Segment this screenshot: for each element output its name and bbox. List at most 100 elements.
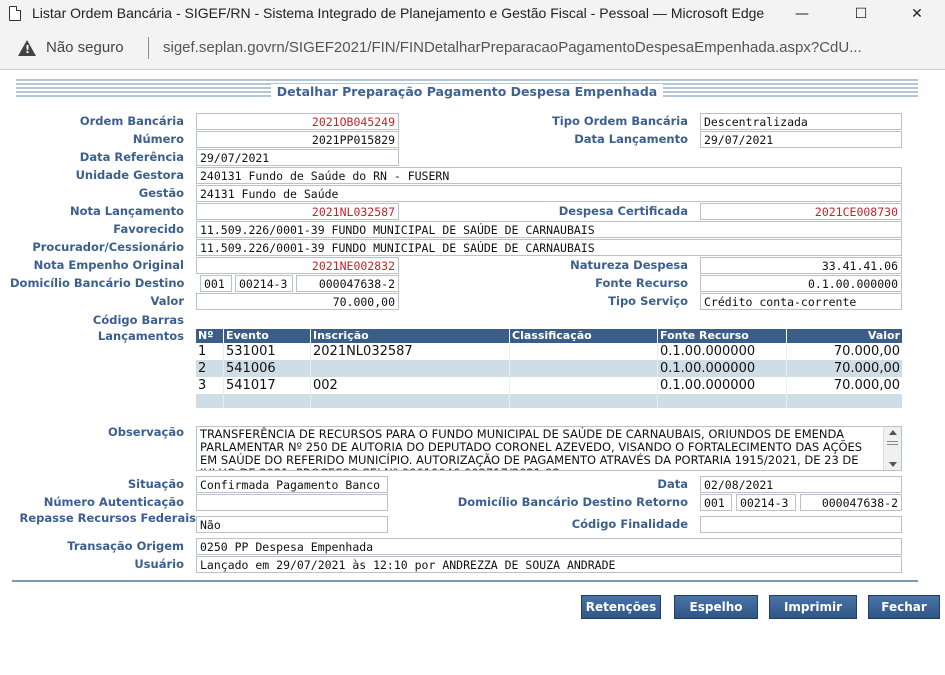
label-data-lancamento: Data Lançamento [574,132,688,146]
label-favorecido: Favorecido [113,222,184,236]
label-tipo-servico: Tipo Serviço [608,294,688,308]
scroll-thumb[interactable] [887,441,898,445]
cell-valor: 70.000,00 [833,378,900,393]
label-codigo-finalidade: Código Finalidade [571,517,688,531]
window-titlebar: Listar Ordem Bancária - SIGEF/RN - Siste… [0,0,945,28]
label-usuario: Usuário [134,557,184,571]
observacao-textarea[interactable]: TRANSFERÊNCIA DE RECURSOS PARA O FUNDO M… [196,426,902,471]
cell-fonte-recurso: 0.1.00.000000 [658,360,787,377]
field-dom-banco: 001 [200,275,232,292]
label-observacao: Observação [107,425,184,439]
cell-classificacao [510,343,658,360]
col-header-valor: Valor [867,329,900,342]
cell-valor: 70.000,00 [833,344,900,359]
address-bar[interactable]: Não seguro sigef.seplan.govrn/SIGEF2021/… [0,28,945,70]
label-codigo-barras: Código Barras [92,313,184,327]
label-ordem-bancaria: Ordem Bancária [79,114,184,128]
scroll-up-icon[interactable] [889,430,897,435]
field-procurador: 11.509.226/0001-39 FUNDO MUNICIPAL DE SA… [196,239,902,256]
field-favorecido: 11.509.226/0001-39 FUNDO MUNICIPAL DE SA… [196,221,902,238]
label-transacao-origem: Transação Origem [67,539,184,553]
fechar-button[interactable]: Fechar [868,595,940,619]
close-window-button[interactable]: ✕ [889,0,945,28]
field-usuario: Lançado em 29/07/2021 às 12:10 por ANDRE… [196,556,902,573]
table-row: 3 541017 002 0.1.00.000000 70.000,00 [196,377,902,394]
cell-evento: 541017 [224,377,311,394]
label-situacao: Situação [127,477,184,491]
security-status[interactable]: Não seguro [46,39,124,56]
col-header-evento: Evento [224,329,311,343]
label-domicilio-retorno: Domicílio Bancário Destino Retorno [457,495,688,509]
label-fonte-recurso: Fonte Recurso [595,276,688,290]
label-repasse: Repasse Recursos Federais [19,511,196,525]
field-dom-conta: 000047638-2 [296,275,399,292]
field-data-lancamento: 29/07/2021 [700,131,902,148]
field-situacao: Confirmada Pagamento Banco [196,476,388,493]
field-data: 02/08/2021 [700,476,902,493]
field-despesa-certificada: 2021CE008730 [700,203,902,220]
cell-classificacao [510,360,658,377]
cell-evento: 531001 [224,343,311,360]
label-procurador: Procurador/Cessionário [32,240,184,254]
field-codigo-finalidade [700,516,902,533]
field-valor: 70.000,00 [196,293,399,310]
field-dom-agencia: 00214-3 [235,275,293,292]
cell-inscricao: 002 [311,377,510,394]
col-header-fonte-recurso: Fonte Recurso [658,329,787,343]
cell-classificacao [510,377,658,394]
label-data-referencia: Data Referência [79,150,184,164]
cell-numero: 2 [196,360,224,377]
label-numero-autenticacao: Número Autenticação [43,495,184,509]
cell-fonte-recurso: 0.1.00.000000 [658,343,787,360]
field-gestao: 24131 Fundo de Saúde [196,185,902,202]
cell-numero: 3 [196,377,224,394]
scroll-down-icon[interactable] [889,462,897,467]
table-row: 1 531001 2021NL032587 0.1.00.000000 70.0… [196,343,902,360]
label-natureza-despesa: Natureza Despesa [570,258,688,272]
field-repasse: Não [196,516,388,533]
label-numero: Número [132,132,184,146]
label-unidade-gestora: Unidade Gestora [75,168,184,182]
field-tipo-ordem-bancaria: Descentralizada [700,113,902,130]
field-natureza-despesa: 33.41.41.06 [700,257,902,274]
observacao-text: TRANSFERÊNCIA DE RECURSOS PARA O FUNDO M… [200,427,863,471]
footer-divider [12,580,918,582]
field-transacao-origem: 0250 PP Despesa Empenhada [196,538,902,555]
label-despesa-certificada: Despesa Certificada [558,204,688,218]
field-ret-agencia: 00214-3 [736,494,796,511]
espelho-button[interactable]: Espelho [674,595,758,619]
cell-valor: 70.000,00 [833,361,900,376]
field-tipo-servico: Crédito conta-corrente [700,293,902,310]
cell-evento: 541006 [224,360,311,377]
table-header: Nº Evento Inscrição Classificação Fonte … [196,329,902,343]
field-ret-banco: 001 [700,494,732,511]
page-title: Detalhar Preparação Pagamento Despesa Em… [16,84,918,99]
cell-inscricao: 2021NL032587 [311,343,510,360]
minimize-button[interactable]: — [774,0,830,28]
field-nota-empenho: 2021NE002832 [196,257,399,274]
maximize-button[interactable]: ☐ [833,0,889,28]
page-content: Detalhar Preparação Pagamento Despesa Em… [0,71,945,675]
label-gestao: Gestão [138,186,184,200]
lancamentos-table: Nº Evento Inscrição Classificação Fonte … [196,329,902,408]
page-icon [9,6,21,21]
window-title: Listar Ordem Bancária - SIGEF/RN - Siste… [32,5,765,21]
retencoes-button[interactable]: Retenções [581,595,661,619]
label-data: Data [657,477,688,491]
label-tipo-ordem-bancaria: Tipo Ordem Bancária [551,114,688,128]
label-lancamentos: Lançamentos [97,329,184,343]
field-data-referencia: 29/07/2021 [196,149,399,166]
col-header-classificacao: Classificação [510,329,658,343]
warning-icon [18,40,36,56]
col-header-numero: Nº [196,329,224,343]
field-nota-lancamento: 2021NL032587 [196,203,399,220]
field-unidade-gestora: 240131 Fundo de Saúde do RN - FUSERN [196,167,902,184]
col-header-inscricao: Inscrição [311,329,510,343]
url-text[interactable]: sigef.seplan.govrn/SIGEF2021/FIN/FINDeta… [163,39,933,56]
observacao-scrollbar[interactable] [883,427,901,470]
field-ret-conta: 000047638-2 [800,494,902,511]
imprimir-button[interactable]: Imprimir [769,595,857,619]
address-separator [148,37,149,59]
field-numero: 2021PP015829 [196,131,399,148]
label-domicilio-destino: Domicílio Bancário Destino [10,276,185,290]
